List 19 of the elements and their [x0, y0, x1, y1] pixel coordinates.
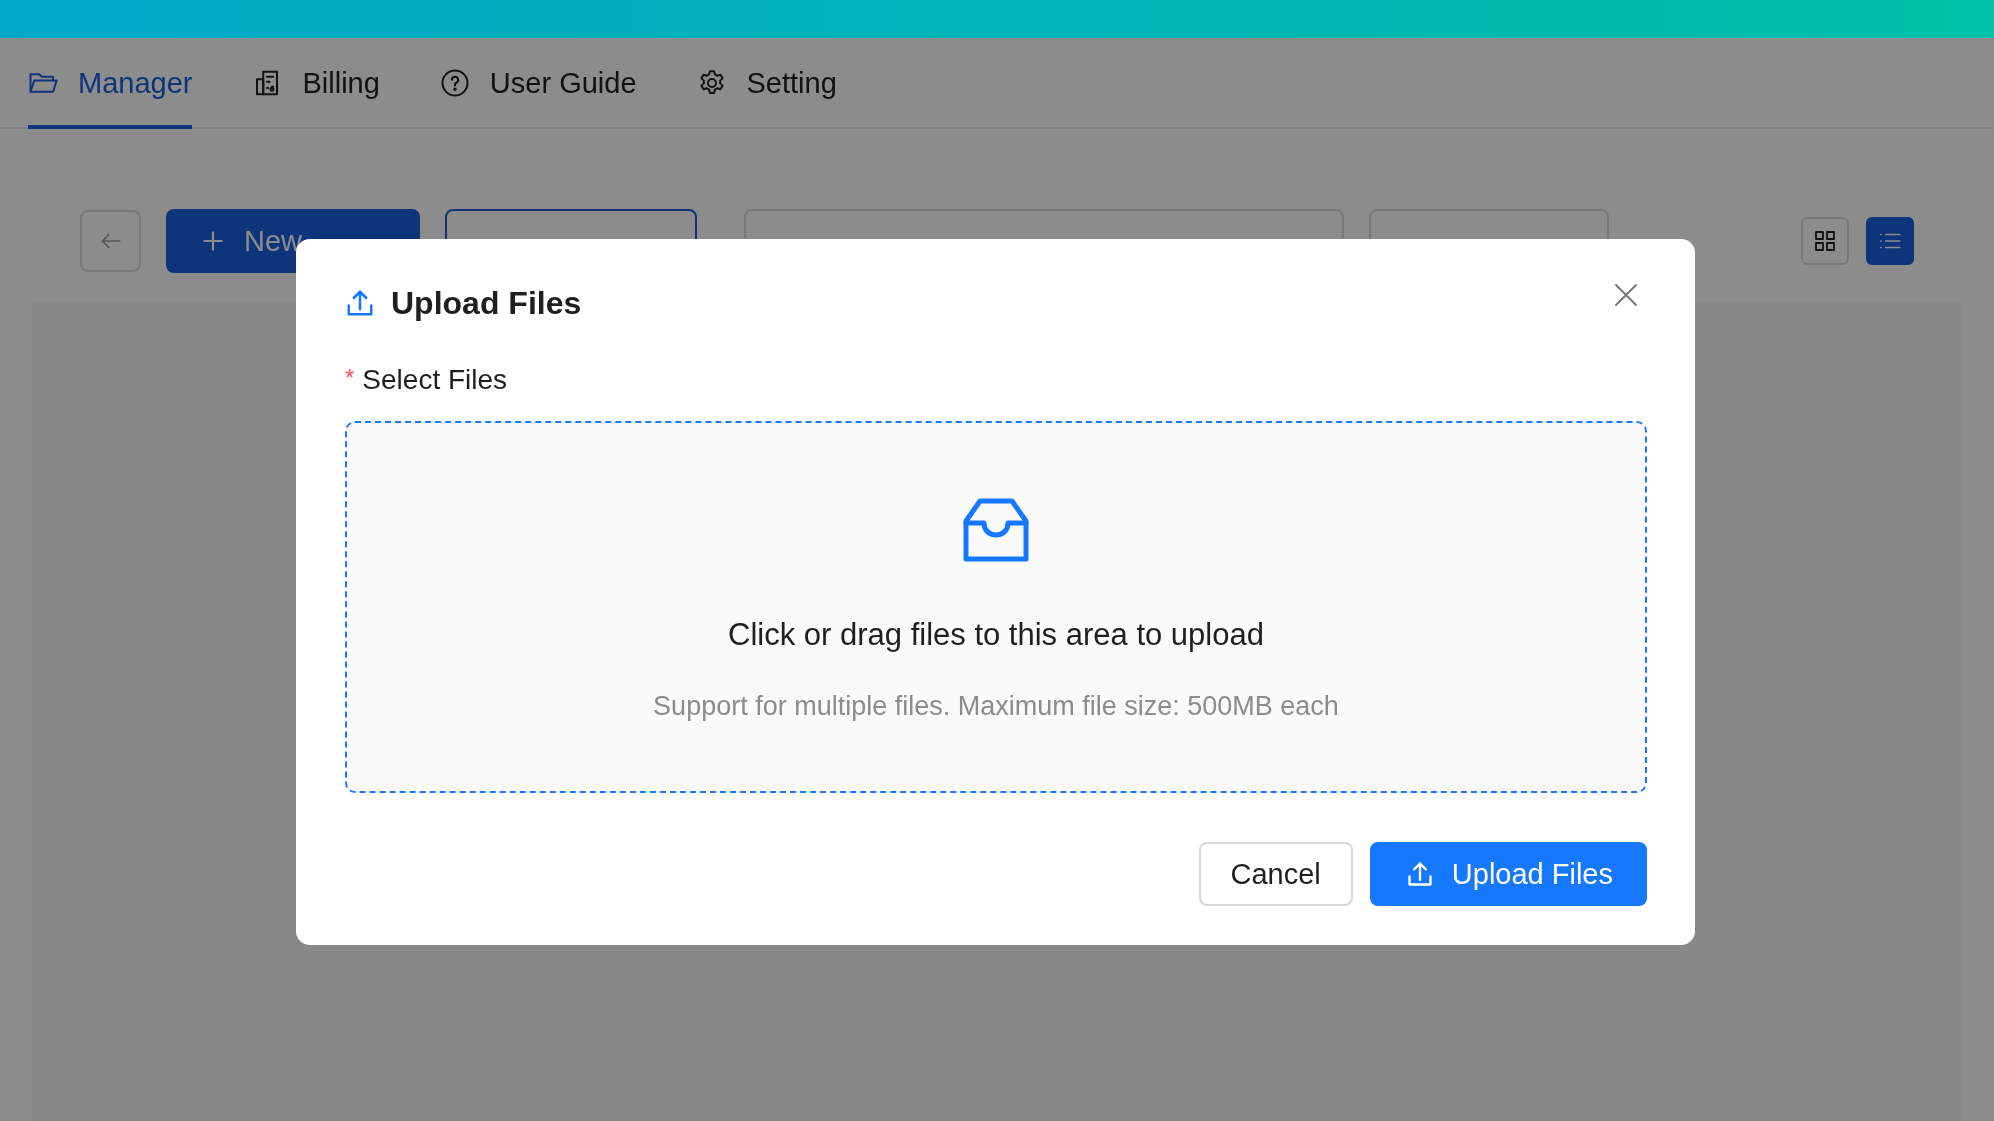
field-label: Select Files — [362, 364, 508, 396]
help-icon — [439, 68, 470, 98]
grid-icon — [1813, 229, 1837, 253]
nav-tab[interactable]: Setting — [696, 41, 837, 129]
grid-view-button[interactable] — [1801, 217, 1849, 265]
upload-files-button[interactable]: Upload Files — [1369, 842, 1647, 906]
dropzone-text: Click or drag files to this area to upload — [728, 617, 1264, 653]
nav-tab[interactable]: Billing — [252, 41, 380, 129]
list-view-button[interactable] — [1866, 217, 1914, 265]
nav-tab[interactable]: Manager — [28, 41, 193, 129]
upload-dropzone[interactable]: Click or drag files to this area to upload Support for multiple files. Maximum file size: 500MB each — [345, 421, 1647, 793]
upload-icon — [345, 288, 375, 318]
nav-tab[interactable]: User Guide — [439, 41, 637, 129]
cancel-button[interactable]: Cancel — [1198, 842, 1353, 906]
dropzone-hint: Support for multiple files. Maximum file size: 500MB each — [653, 691, 1339, 722]
required-mark: * — [345, 364, 355, 392]
upload-icon — [1405, 860, 1434, 888]
plus-icon — [200, 228, 226, 254]
dialog-title: Upload Files — [391, 284, 583, 322]
